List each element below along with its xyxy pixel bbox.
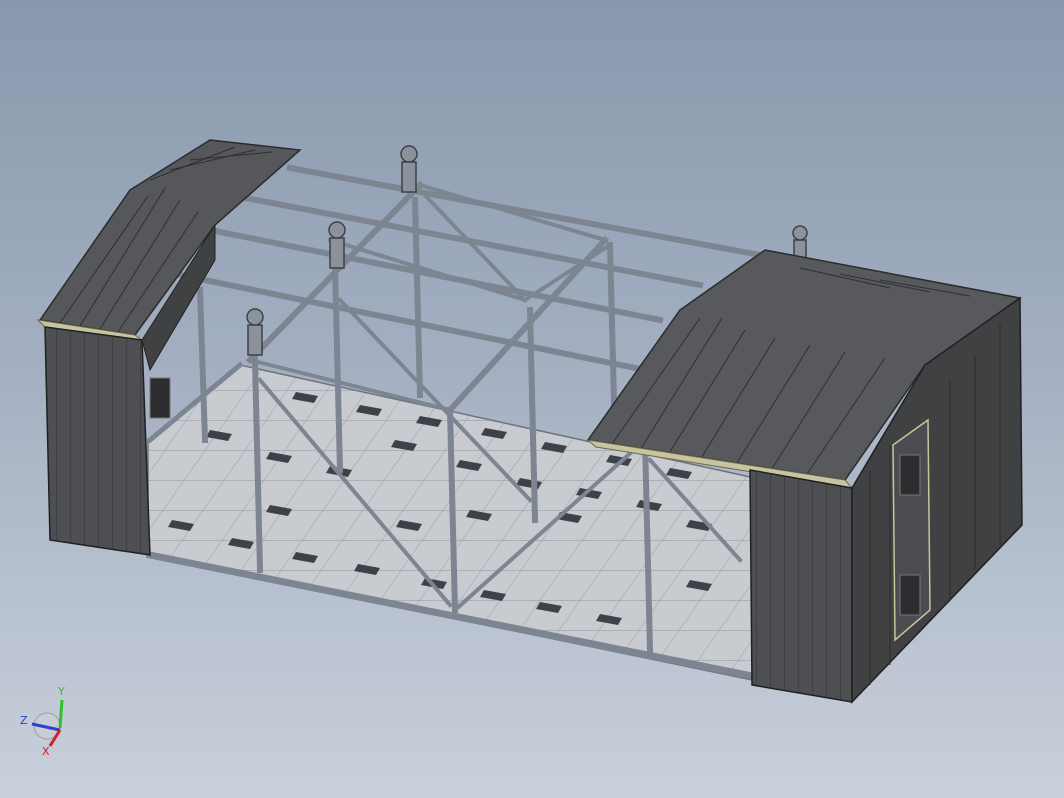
y-axis-arrow bbox=[58, 699, 64, 729]
vent-grille bbox=[899, 454, 921, 496]
y-axis-label: Y bbox=[57, 685, 65, 698]
coordinate-triad[interactable]: Y Z X bbox=[20, 685, 65, 758]
lifting-lug bbox=[328, 221, 346, 269]
x-axis-label: X bbox=[42, 745, 50, 758]
vent-grille bbox=[899, 574, 921, 616]
lifting-lug bbox=[400, 145, 418, 193]
lifting-lug bbox=[246, 308, 264, 356]
z-axis-label: Z bbox=[20, 714, 28, 727]
vent-grille bbox=[149, 377, 171, 419]
3d-viewport[interactable]: Y Z X bbox=[0, 0, 1064, 798]
